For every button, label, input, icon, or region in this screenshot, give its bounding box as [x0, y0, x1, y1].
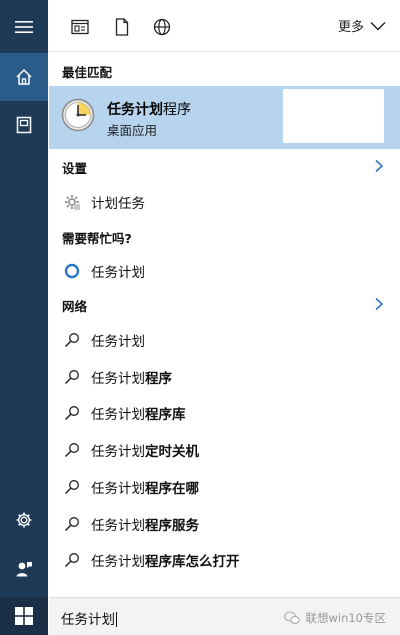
best-match-title: 任务计划程序: [107, 102, 191, 118]
search-icon: [61, 552, 83, 568]
chevron-down-icon: [370, 21, 386, 30]
settings-item-label: 计划任务: [91, 196, 145, 212]
best-match-header: 最佳匹配: [62, 65, 113, 80]
task-scheduler-clock-icon: [61, 98, 95, 132]
web-header: 网络: [62, 299, 88, 314]
settings-gear-icon: [61, 193, 83, 211]
web-suggestion-label: 任务计划程序服务: [91, 518, 199, 534]
windows-logo-icon: [15, 607, 33, 625]
search-icon: [61, 369, 83, 385]
menu-icon[interactable]: [0, 3, 48, 51]
search-icon: [61, 479, 83, 495]
web-suggestion[interactable]: 任务计划: [49, 324, 400, 356]
text-caret: [116, 612, 117, 627]
best-match-result[interactable]: 任务计划程序 桌面应用: [49, 86, 400, 149]
web-suggestion[interactable]: 任务计划程序服务: [49, 508, 400, 540]
more-label: 更多: [337, 20, 364, 35]
web-icon[interactable]: [152, 17, 172, 37]
chevron-right-icon[interactable]: [374, 159, 384, 173]
search-icon: [61, 442, 83, 458]
watermark-text: 联想win10专区: [305, 611, 386, 625]
search-icon: [61, 332, 83, 348]
web-suggestion[interactable]: 任务计划定时关机: [49, 434, 400, 466]
web-suggestion[interactable]: 任务计划程序: [49, 361, 400, 393]
help-header: 需要帮忙吗?: [62, 231, 132, 246]
notebook-icon[interactable]: [0, 101, 48, 149]
settings-item-scheduled-tasks[interactable]: 计划任务: [49, 186, 400, 218]
document-icon[interactable]: [112, 17, 132, 37]
preview-thumbnail: [283, 89, 384, 143]
chevron-right-icon[interactable]: [374, 297, 384, 311]
home-icon[interactable]: [0, 53, 48, 101]
left-rail: [0, 0, 48, 597]
feedback-icon[interactable]: [0, 545, 48, 593]
watermark: 联想win10专区: [284, 610, 386, 626]
start-button[interactable]: [0, 597, 48, 635]
web-suggestion-label: 任务计划: [91, 334, 145, 350]
search-input[interactable]: 任务计划: [61, 608, 117, 628]
help-item-task-scheduler[interactable]: 任务计划: [49, 255, 400, 287]
web-suggestion-label: 任务计划程序库: [91, 407, 186, 423]
web-suggestion-label: 任务计划程序库怎么打开: [91, 554, 240, 570]
wechat-icon: [284, 611, 301, 625]
web-suggestion[interactable]: 任务计划程序库怎么打开: [49, 544, 400, 576]
apps-icon[interactable]: [70, 17, 90, 37]
web-suggestion-label: 任务计划定时关机: [91, 444, 199, 460]
web-suggestion[interactable]: 任务计划程序库: [49, 397, 400, 429]
web-suggestion-label: 任务计划程序在哪: [91, 481, 199, 497]
settings-header: 设置: [62, 161, 88, 176]
settings-icon[interactable]: [0, 496, 48, 544]
search-icon: [61, 516, 83, 532]
search-filter-toolbar: 更多: [48, 0, 400, 52]
more-dropdown[interactable]: 更多: [338, 16, 386, 35]
web-suggestion[interactable]: 任务计划程序在哪: [49, 471, 400, 503]
best-match-subtitle: 桌面应用: [107, 123, 158, 138]
search-box[interactable]: 任务计划 联想win10专区: [49, 597, 400, 635]
cortana-icon: [61, 263, 83, 279]
search-icon: [61, 405, 83, 421]
help-item-label: 任务计划: [91, 265, 145, 281]
web-suggestion-label: 任务计划程序: [91, 371, 172, 387]
